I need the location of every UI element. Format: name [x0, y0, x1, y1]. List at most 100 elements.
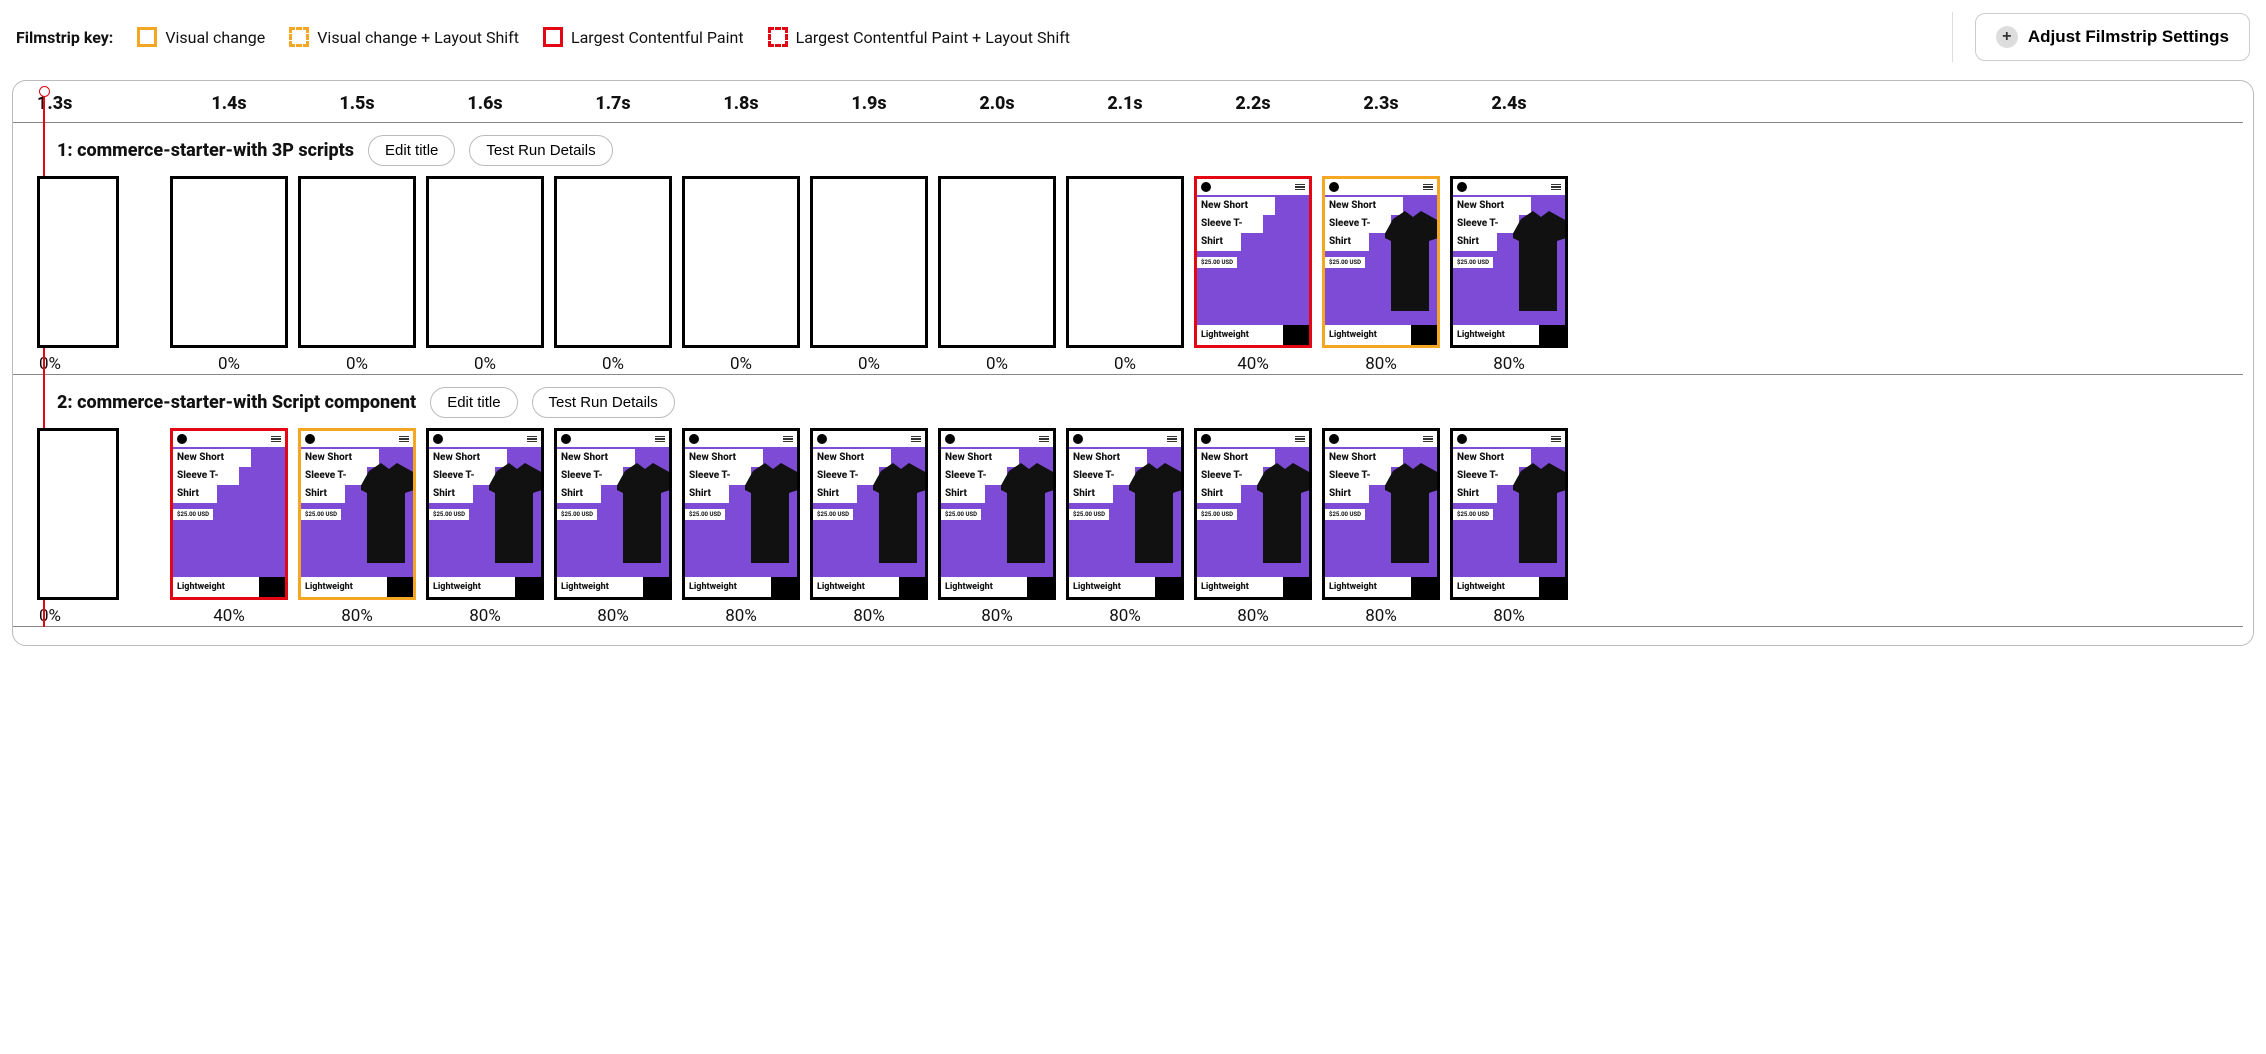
logo-icon [689, 434, 699, 444]
frame[interactable]: New Short Sleeve T- Shirt $25.00 USD Lig… [1317, 176, 1445, 374]
key-text: Largest Contentful Paint [571, 28, 744, 47]
frame[interactable]: New Short Sleeve T- Shirt $25.00 USD Lig… [421, 428, 549, 626]
product-title-line: Shirt [1197, 485, 1241, 503]
test-run-details-button[interactable]: Test Run Details [469, 135, 612, 166]
product-price: $25.00 USD [941, 509, 981, 520]
tshirt-image [1001, 463, 1056, 563]
frame[interactable]: 0% [1061, 176, 1189, 374]
product-title-line: Shirt [557, 485, 601, 503]
frame-thumbnail[interactable]: New Short Sleeve T- Shirt $25.00 USD Lig… [170, 428, 288, 600]
frame-thumbnail[interactable]: New Short Sleeve T- Shirt $25.00 USD Lig… [938, 428, 1056, 600]
product-title-line: Sleeve T- [941, 467, 1007, 485]
edit-title-button[interactable]: Edit title [430, 387, 517, 418]
hamburger-icon [1551, 184, 1561, 191]
time-tick: 1.7s [549, 93, 677, 122]
product-title-line: Sleeve T- [1197, 467, 1263, 485]
tshirt-image [1513, 463, 1568, 563]
frame[interactable]: 0% [37, 176, 165, 374]
swatch-red-dashed-icon [768, 27, 788, 47]
product-price: $25.00 USD [557, 509, 597, 520]
frame[interactable]: New Short Sleeve T- Shirt $25.00 USD Lig… [805, 428, 933, 626]
frame[interactable]: 0% [37, 428, 165, 626]
frame-thumbnail[interactable] [554, 176, 672, 348]
frame[interactable]: New Short Sleeve T- Shirt $25.00 USD Lig… [1061, 428, 1189, 626]
tshirt-image [1129, 463, 1184, 563]
product-badge: Lightweight [813, 577, 899, 597]
product-badge: Lightweight [557, 577, 643, 597]
frame-thumbnail[interactable]: New Short Sleeve T- Shirt $25.00 USD Lig… [1194, 428, 1312, 600]
logo-icon [1457, 434, 1467, 444]
frame-thumbnail[interactable] [37, 428, 119, 600]
adjust-filmstrip-settings-button[interactable]: + Adjust Filmstrip Settings [1975, 13, 2250, 61]
vertical-divider [1952, 12, 1953, 62]
product-price: $25.00 USD [1197, 509, 1237, 520]
key-item-lcp-shift: Largest Contentful Paint + Layout Shift [768, 27, 1070, 47]
frame[interactable]: New Short Sleeve T- Shirt $25.00 USD Lig… [1189, 428, 1317, 626]
product-title-line: Sleeve T- [173, 467, 239, 485]
frame[interactable]: 0% [805, 176, 933, 374]
frame[interactable]: New Short Sleeve T- Shirt $25.00 USD Lig… [293, 428, 421, 626]
frame[interactable]: 0% [933, 176, 1061, 374]
frame-progress: 80% [1493, 600, 1525, 626]
frame[interactable]: 0% [677, 176, 805, 374]
frame-thumbnail[interactable]: New Short Sleeve T- Shirt $25.00 USD Lig… [1322, 176, 1440, 348]
product-title-line: Sleeve T- [1453, 215, 1519, 233]
frame-thumbnail[interactable]: New Short Sleeve T- Shirt $25.00 USD Lig… [1450, 428, 1568, 600]
frame-thumbnail[interactable]: New Short Sleeve T- Shirt $25.00 USD Lig… [1450, 176, 1568, 348]
logo-icon [1329, 434, 1339, 444]
frame-progress: 80% [1493, 348, 1525, 374]
frame-thumbnail[interactable]: New Short Sleeve T- Shirt $25.00 USD Lig… [1066, 428, 1184, 600]
tshirt-image [1385, 463, 1440, 563]
color-swatch-icon [387, 577, 413, 597]
frame-progress: 80% [341, 600, 373, 626]
test-run-details-button[interactable]: Test Run Details [532, 387, 675, 418]
frame-thumbnail[interactable] [938, 176, 1056, 348]
frame-thumbnail[interactable]: New Short Sleeve T- Shirt $25.00 USD Lig… [810, 428, 928, 600]
time-tick: 1.4s [165, 93, 293, 122]
frame[interactable]: 0% [293, 176, 421, 374]
edit-title-button[interactable]: Edit title [368, 135, 455, 166]
frame[interactable]: New Short Sleeve T- Shirt $25.00 USD Lig… [1189, 176, 1317, 374]
color-swatch-icon [771, 577, 797, 597]
frame[interactable]: 0% [165, 176, 293, 374]
frame[interactable]: New Short Sleeve T- Shirt $25.00 USD Lig… [549, 428, 677, 626]
product-price: $25.00 USD [813, 509, 853, 520]
frame[interactable]: New Short Sleeve T- Shirt $25.00 USD Lig… [1445, 428, 1573, 626]
logo-icon [177, 434, 187, 444]
swatch-orange-solid-icon [137, 27, 157, 47]
product-title-line: Sleeve T- [685, 467, 751, 485]
frame[interactable]: New Short Sleeve T- Shirt $25.00 USD Lig… [677, 428, 805, 626]
frame-thumbnail[interactable] [298, 176, 416, 348]
frame[interactable]: New Short Sleeve T- Shirt $25.00 USD Lig… [1445, 176, 1573, 374]
frame-progress: 0% [730, 348, 752, 374]
frame-thumbnail[interactable]: New Short Sleeve T- Shirt $25.00 USD Lig… [298, 428, 416, 600]
key-text: Visual change + Layout Shift [317, 28, 519, 47]
product-title-line: Sleeve T- [1453, 467, 1519, 485]
frame-thumbnail[interactable] [170, 176, 288, 348]
tshirt-image [617, 463, 672, 563]
frame-progress: 0% [1114, 348, 1136, 374]
frame-thumbnail[interactable]: New Short Sleeve T- Shirt $25.00 USD Lig… [1322, 428, 1440, 600]
run-section: 1: commerce-starter-with 3P scriptsEdit … [13, 135, 2253, 375]
frame-thumbnail[interactable] [1066, 176, 1184, 348]
product-title-line: Shirt [941, 485, 985, 503]
frame-thumbnail[interactable] [37, 176, 119, 348]
frame[interactable]: 0% [421, 176, 549, 374]
frame-thumbnail[interactable]: New Short Sleeve T- Shirt $25.00 USD Lig… [682, 428, 800, 600]
frame[interactable]: 0% [549, 176, 677, 374]
product-badge: Lightweight [685, 577, 771, 597]
frame-thumbnail[interactable]: New Short Sleeve T- Shirt $25.00 USD Lig… [1194, 176, 1312, 348]
frame-progress: 0% [37, 600, 165, 626]
frames-row: 0% New Short Sleeve T- Shirt $25.00 USD … [13, 428, 2243, 627]
frame[interactable]: New Short Sleeve T- Shirt $25.00 USD Lig… [1317, 428, 1445, 626]
frame[interactable]: New Short Sleeve T- Shirt $25.00 USD Lig… [933, 428, 1061, 626]
frame-thumbnail[interactable]: New Short Sleeve T- Shirt $25.00 USD Lig… [554, 428, 672, 600]
swatch-orange-dashed-icon [289, 27, 309, 47]
logo-icon [1329, 182, 1339, 192]
frame-thumbnail[interactable] [426, 176, 544, 348]
frame[interactable]: New Short Sleeve T- Shirt $25.00 USD Lig… [165, 428, 293, 626]
frame-thumbnail[interactable]: New Short Sleeve T- Shirt $25.00 USD Lig… [426, 428, 544, 600]
logo-icon [1201, 182, 1211, 192]
frame-thumbnail[interactable] [682, 176, 800, 348]
frame-thumbnail[interactable] [810, 176, 928, 348]
